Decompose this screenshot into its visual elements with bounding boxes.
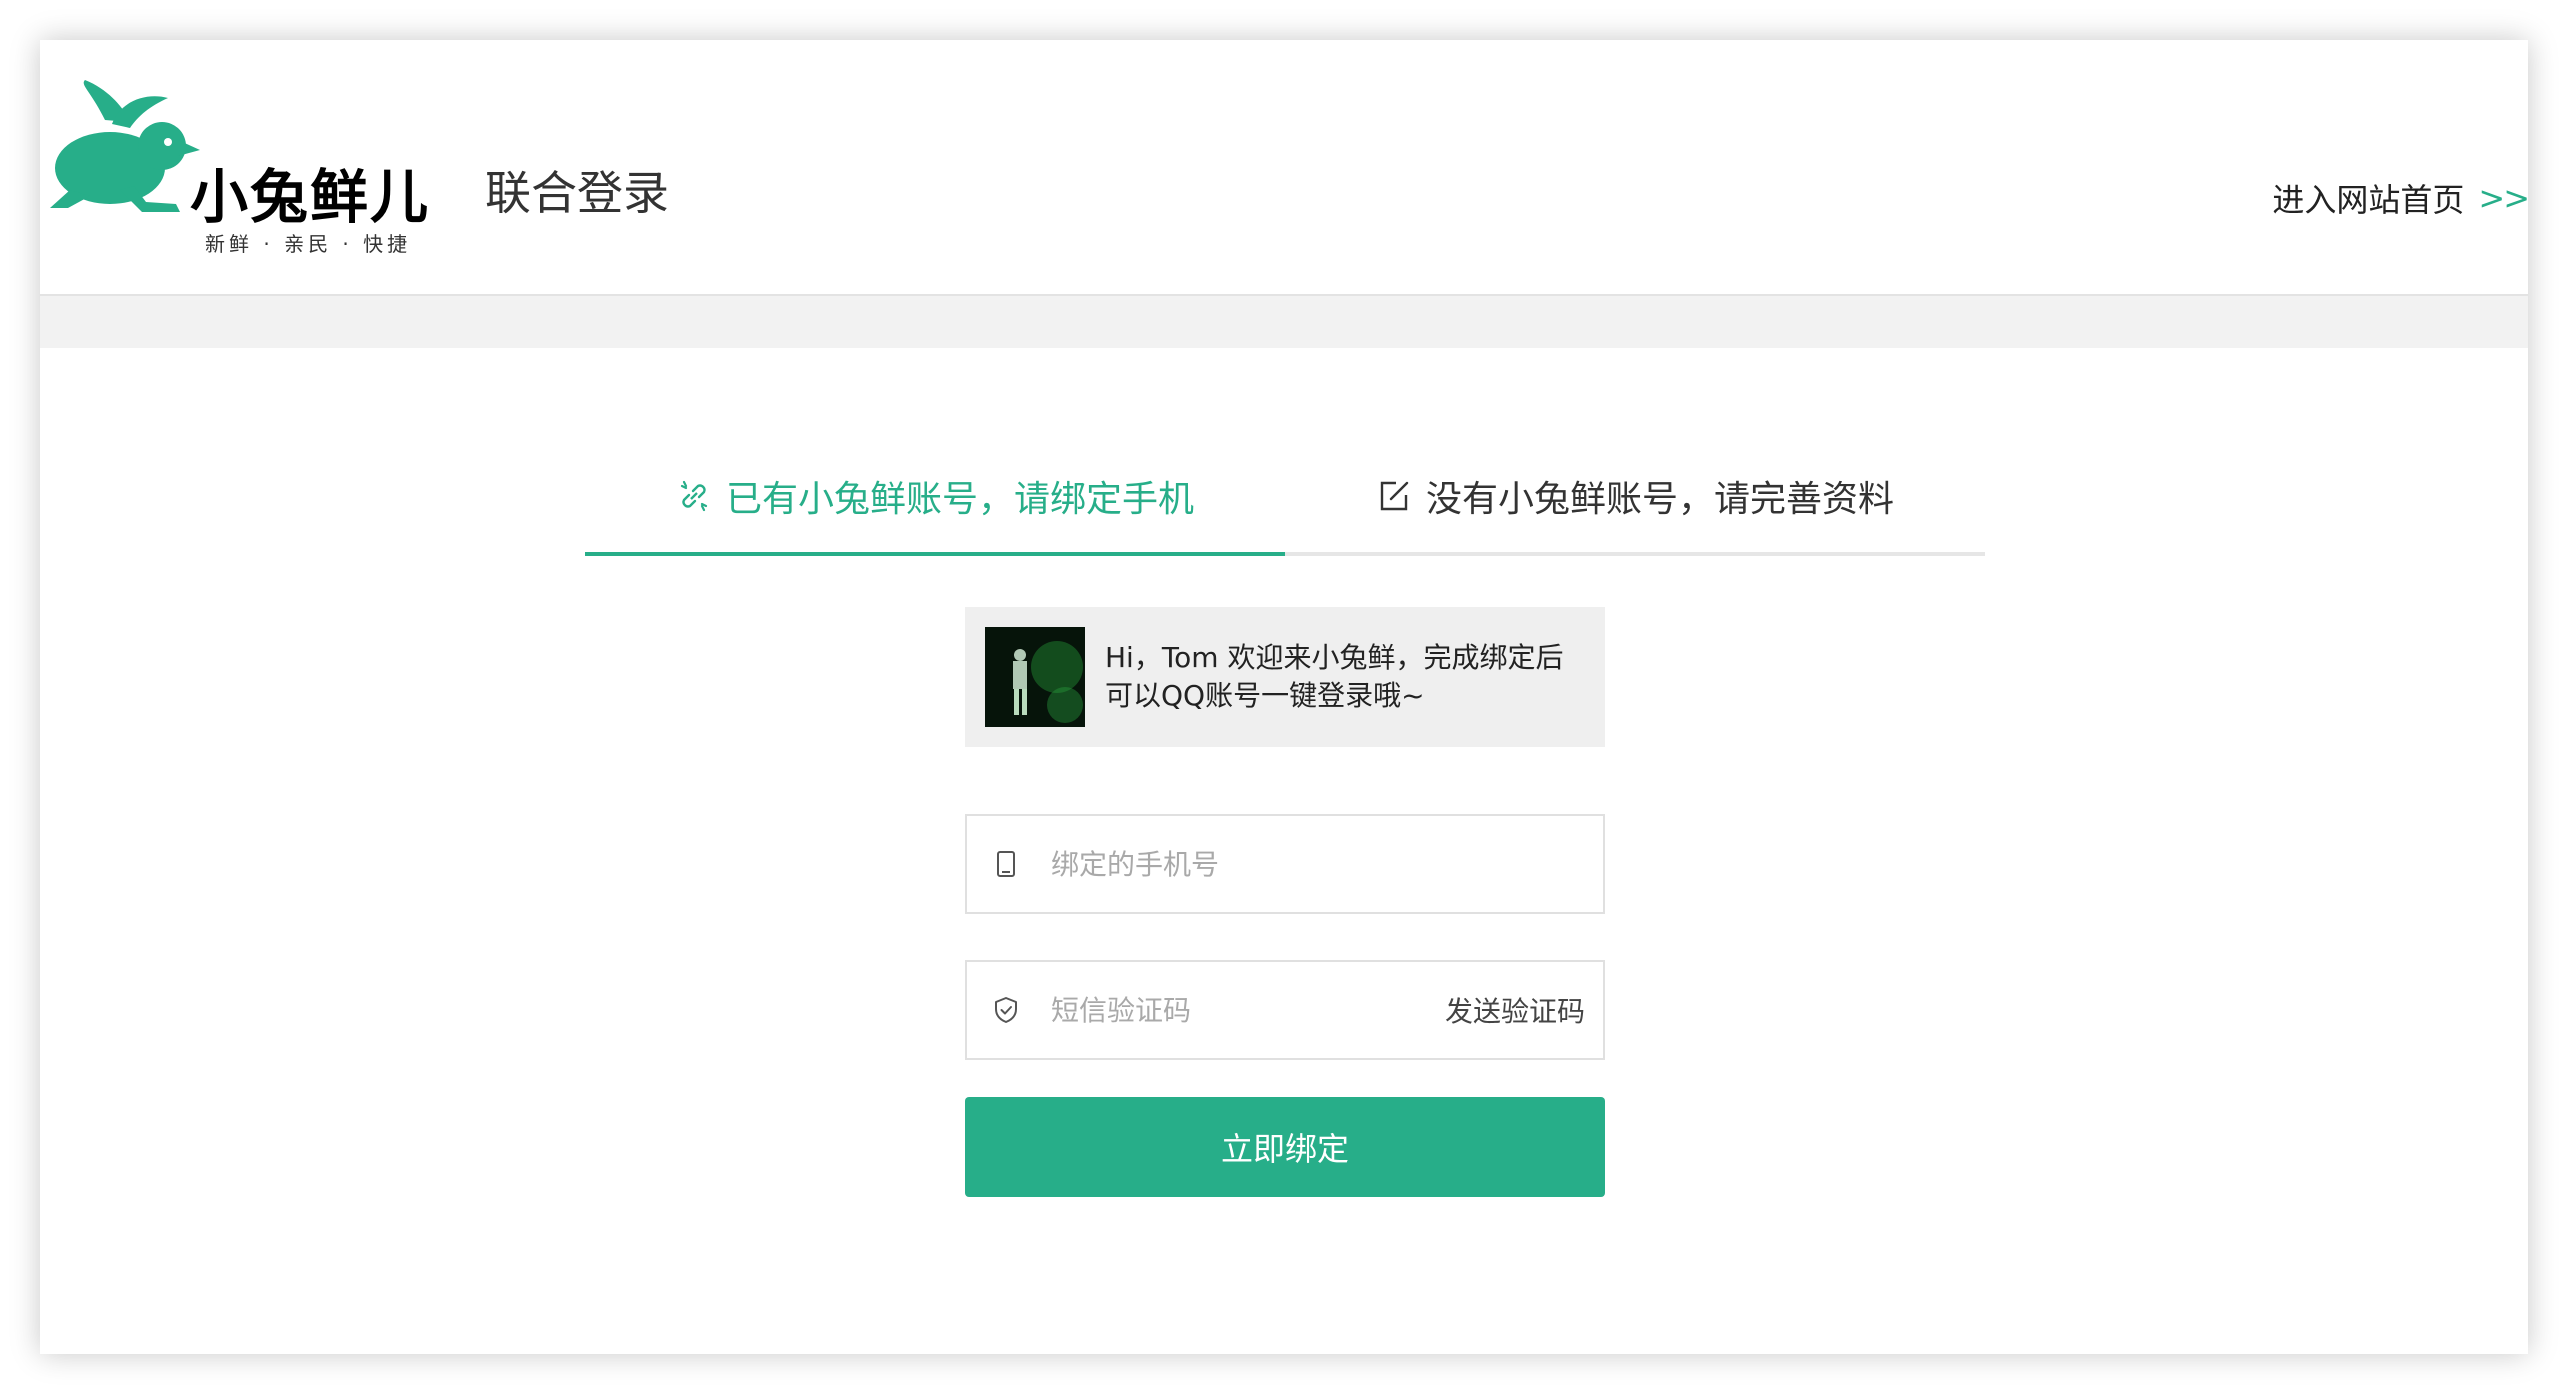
phone-icon — [997, 851, 1015, 877]
sms-code-input[interactable] — [1049, 992, 1429, 1028]
brand-slogan: 新鲜 · 亲民 · 快捷 — [205, 232, 412, 256]
welcome-line-1: Hi，Tom 欢迎来小兔鲜，完成绑定后 — [1105, 641, 1564, 674]
sms-code-field: 发送验证码 — [965, 960, 1605, 1060]
double-chevron-right-icon: >> — [2478, 179, 2530, 217]
rabbit-logo-icon — [50, 80, 200, 212]
bind-now-button[interactable]: 立即绑定 — [965, 1097, 1605, 1197]
tab-bind-phone[interactable]: 已有小兔鲜账号，请绑定手机 — [585, 440, 1285, 556]
home-link-label: 进入网站首页 — [2272, 181, 2465, 219]
phone-input[interactable] — [1049, 846, 1429, 882]
welcome-panel: Hi，Tom 欢迎来小兔鲜，完成绑定后 可以QQ账号一键登录哦~ — [965, 607, 1605, 747]
tab-bind-phone-label: 已有小兔鲜账号，请绑定手机 — [725, 479, 1194, 520]
welcome-line-2: 可以QQ账号一键登录哦~ — [1105, 679, 1425, 712]
brand-logo[interactable]: 小兔鲜儿 新鲜 · 亲民 · 快捷 — [50, 80, 470, 260]
edit-icon — [1380, 481, 1409, 511]
bind-tabs: 已有小兔鲜账号，请绑定手机 没有小兔鲜账号，请完善资料 — [585, 440, 1985, 556]
shield-check-icon — [995, 997, 1017, 1023]
header-divider-strip — [40, 296, 2528, 348]
send-code-button[interactable]: 发送验证码 — [1445, 962, 1585, 1058]
tab-complete-profile-label: 没有小兔鲜账号，请完善资料 — [1425, 479, 1894, 520]
home-link[interactable]: 进入网站首页 >> — [2272, 175, 2530, 221]
tab-complete-profile[interactable]: 没有小兔鲜账号，请完善资料 — [1285, 440, 1985, 552]
phone-field — [965, 814, 1605, 914]
welcome-message: Hi，Tom 欢迎来小兔鲜，完成绑定后 可以QQ账号一键登录哦~ — [1105, 639, 1564, 715]
page-frame: 小兔鲜儿 新鲜 · 亲民 · 快捷 联合登录 进入网站首页 >> 已有小兔鲜账号… — [40, 40, 2530, 1354]
header: 小兔鲜儿 新鲜 · 亲民 · 快捷 联合登录 进入网站首页 >> — [40, 40, 2530, 296]
brand-name: 小兔鲜儿 — [190, 163, 431, 231]
link-icon — [680, 480, 708, 512]
avatar — [985, 627, 1085, 727]
avatar-image — [985, 627, 1085, 727]
page-title: 联合登录 — [485, 166, 669, 220]
